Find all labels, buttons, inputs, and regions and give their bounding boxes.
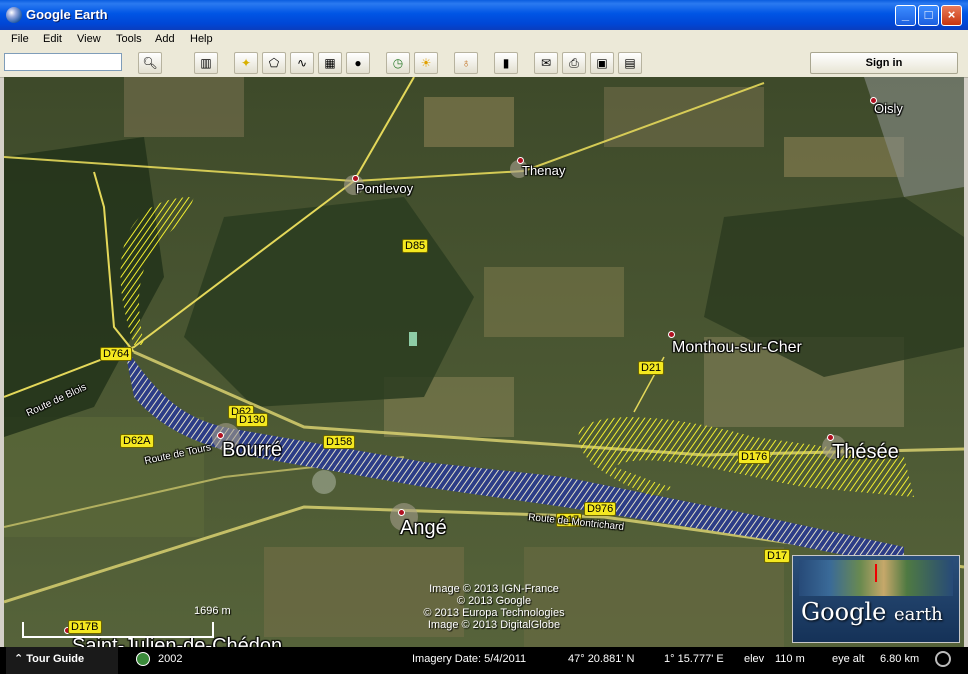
menu-view[interactable]: View [77,33,101,45]
google-earth-app-icon [6,7,22,23]
print-icon: ⎙ [569,56,579,70]
imagery-date: Imagery Date: 5/4/2011 [412,653,527,665]
planets-button[interactable]: ♁ [454,52,478,74]
close-button[interactable]: × [941,5,962,26]
sunlight-button[interactable]: ☀ [414,52,438,74]
status-bar: ⌃ Tour Guide 2002 Imagery Date: 5/4/2011… [0,647,968,674]
view-in-maps-button[interactable]: ▤ [618,52,642,74]
menu-tools[interactable]: Tools [116,33,142,45]
eye-altitude-label: eye alt [832,653,865,665]
latitude: 47° 20.881' N [568,653,635,665]
sidebar-icon: ▥ [200,56,212,70]
menu-file[interactable]: File [11,33,29,45]
menu-bar: File Edit View Tools Add Help [0,30,968,50]
search-input[interactable] [4,53,122,71]
credit-ign: Image © 2013 IGN-France [429,583,559,595]
email-icon: ✉ [540,56,552,70]
record-tour-icon: ● [354,56,362,70]
minimize-button[interactable]: _ [895,5,916,26]
place-pin[interactable] [668,331,675,338]
place-label-monthou-sur-cher[interactable]: Monthou-sur-Cher [672,339,802,357]
road-shield-d764: D764 [100,347,133,361]
scale-label: 1696 m [194,605,231,617]
polygon-icon: ⬠ [268,56,280,70]
maximize-button[interactable]: □ [918,5,939,26]
earth-3d-view[interactable]: Pontlevoy Thenay Oisly Monthou-sur-Cher … [4,77,964,647]
record-tour-button[interactable]: ● [346,52,370,74]
historical-imagery-button[interactable]: ◷ [386,52,410,74]
search-icon: 🔍︎ [142,56,158,70]
elevation-label: elev [744,653,765,665]
place-label-thenay[interactable]: Thenay [522,163,565,178]
compass-icon[interactable] [935,651,951,667]
email-button[interactable]: ✉ [534,52,558,74]
menu-edit[interactable]: Edit [43,33,62,45]
credit-europa: © 2013 Europa Technologies [423,607,565,619]
add-polygon-button[interactable]: ⬠ [262,52,286,74]
view-maps-icon: ▤ [624,56,636,70]
toolbar: 🔍︎ ▥ ✦ ⬠ ∿ ▦ ● ◷ ☀ ♁ ▮ ✉ ⎙ ▣ ▤ Sign in [0,50,968,78]
ruler-button[interactable]: ▮ [494,52,518,74]
road-shield-d176: D176 [738,450,771,464]
image-overlay-icon: ▦ [324,56,336,70]
place-pin[interactable] [827,434,834,441]
title-bar: Google Earth _ □ × [0,0,968,30]
scale-bar [22,622,214,638]
road-shield-d158: D158 [323,435,356,449]
road-shield-d976: D976 [584,502,617,516]
longitude: 1° 15.777' E [664,653,724,665]
road-shield-d85: D85 [402,239,429,253]
save-image-button[interactable]: ▣ [590,52,614,74]
menu-help[interactable]: Help [190,33,213,45]
eye-altitude-value: 6.80 km [880,653,920,665]
chevron-up-icon: ⌃ [14,653,27,665]
historical-imagery-icon: ◷ [392,56,404,70]
elevation-value: 110 m [775,653,805,665]
sidebar-toggle-button[interactable]: ▥ [194,52,218,74]
add-image-overlay-button[interactable]: ▦ [318,52,342,74]
road-shield-d62a: D62A [120,434,154,448]
place-label-these[interactable]: Thésée [832,441,899,464]
road-shield-d130: D130 [236,413,269,427]
place-label-ange[interactable]: Angé [400,517,447,540]
add-path-button[interactable]: ∿ [290,52,314,74]
road-shield-d21: D21 [638,361,665,375]
place-label-oisly[interactable]: Oisly [874,101,903,116]
credit-google: © 2013 Google [456,595,532,607]
path-icon: ∿ [296,56,308,70]
location-marker [875,564,877,582]
historical-imagery-clock-icon[interactable] [136,652,150,666]
place-pin[interactable] [398,509,405,516]
credit-digitalglobe: Image © 2013 DigitalGlobe [427,619,561,631]
overview-map[interactable]: Google earth [792,555,960,643]
sunlight-icon: ☀ [420,56,432,70]
window-title: Google Earth [26,7,108,22]
save-image-icon: ▣ [596,56,608,70]
placemark-icon: ✦ [240,56,252,70]
menu-add[interactable]: Add [155,33,175,45]
historical-year[interactable]: 2002 [158,653,182,665]
ruler-icon: ▮ [502,56,510,70]
place-pin[interactable] [217,432,224,439]
road-shield-d17-east: D17 [764,549,791,563]
planets-icon: ♁ [461,56,471,70]
google-earth-logo: Google earth [801,598,943,626]
add-placemark-button[interactable]: ✦ [234,52,258,74]
tour-guide-button[interactable]: ⌃ Tour Guide [6,647,118,674]
place-label-pontlevoy[interactable]: Pontlevoy [356,181,413,196]
sign-in-button[interactable]: Sign in [810,52,958,74]
print-button[interactable]: ⎙ [562,52,586,74]
search-button[interactable]: 🔍︎ [138,52,162,74]
place-label-bourre[interactable]: Bourré [222,439,282,462]
